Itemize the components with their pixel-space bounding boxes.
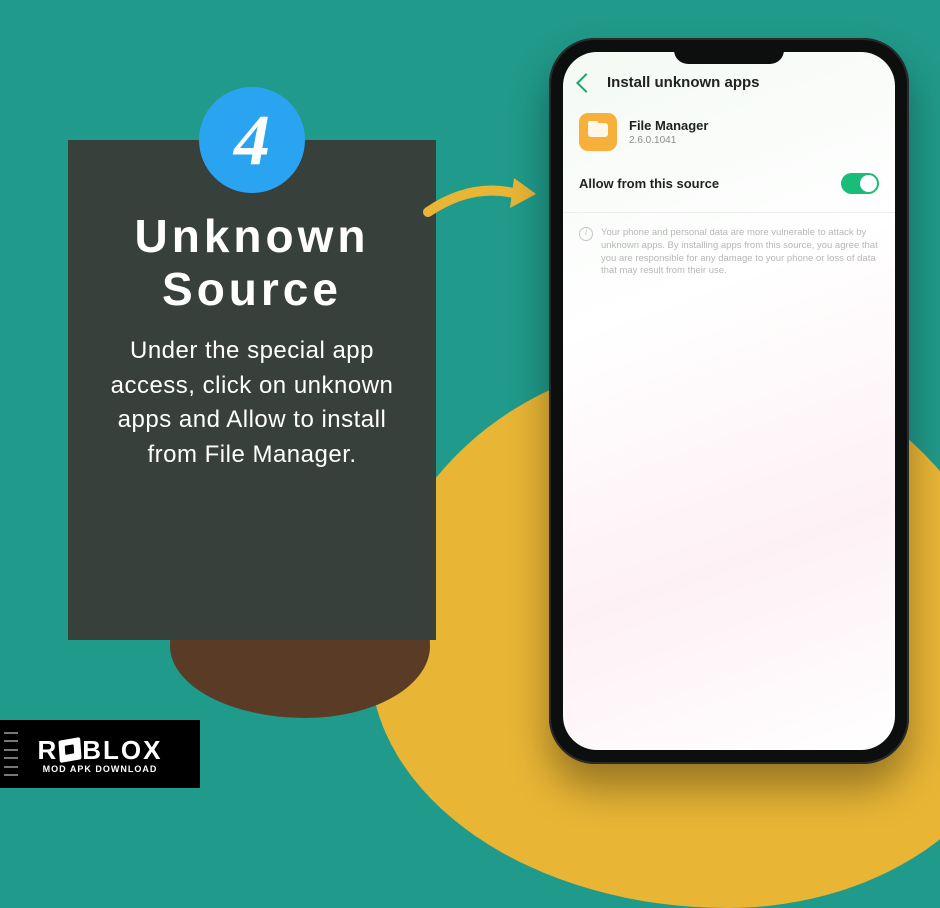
card-description: Under the special app access, click on u…: [98, 334, 406, 473]
warning-text: Your phone and personal data are more vu…: [601, 227, 879, 278]
app-version: 2.6.0.1041: [629, 135, 708, 146]
phone-mockup: Install unknown apps File Manager 2.6.0.…: [549, 38, 909, 764]
logo-subtitle: MOD APK DOWNLOAD: [43, 764, 158, 774]
allow-toggle[interactable]: [841, 173, 879, 194]
logo-text-blox: BLOX: [82, 735, 162, 766]
file-manager-icon: [579, 113, 617, 151]
roblox-logo: R BLOX MOD APK DOWNLOAD: [0, 720, 200, 788]
app-row: File Manager 2.6.0.1041: [563, 99, 895, 163]
info-icon: [579, 227, 593, 241]
app-name: File Manager: [629, 118, 708, 133]
warning-row: Your phone and personal data are more vu…: [563, 213, 895, 292]
allow-toggle-row: Allow from this source: [563, 163, 895, 213]
phone-screen: Install unknown apps File Manager 2.6.0.…: [563, 52, 895, 750]
back-icon[interactable]: [576, 73, 596, 93]
arrow-icon: [422, 172, 542, 224]
card-title: Unknown Source: [98, 210, 406, 316]
logo-o-icon: [59, 737, 82, 763]
step-badge: 4: [199, 87, 305, 193]
logo-text-r: R: [37, 735, 58, 766]
step-card: 4 Unknown Source Under the special app a…: [68, 140, 436, 640]
phone-notch: [674, 44, 784, 64]
step-number: 4: [234, 104, 270, 176]
logo-stripes: [4, 732, 18, 776]
screen-title: Install unknown apps: [607, 74, 760, 91]
allow-label: Allow from this source: [579, 176, 719, 191]
